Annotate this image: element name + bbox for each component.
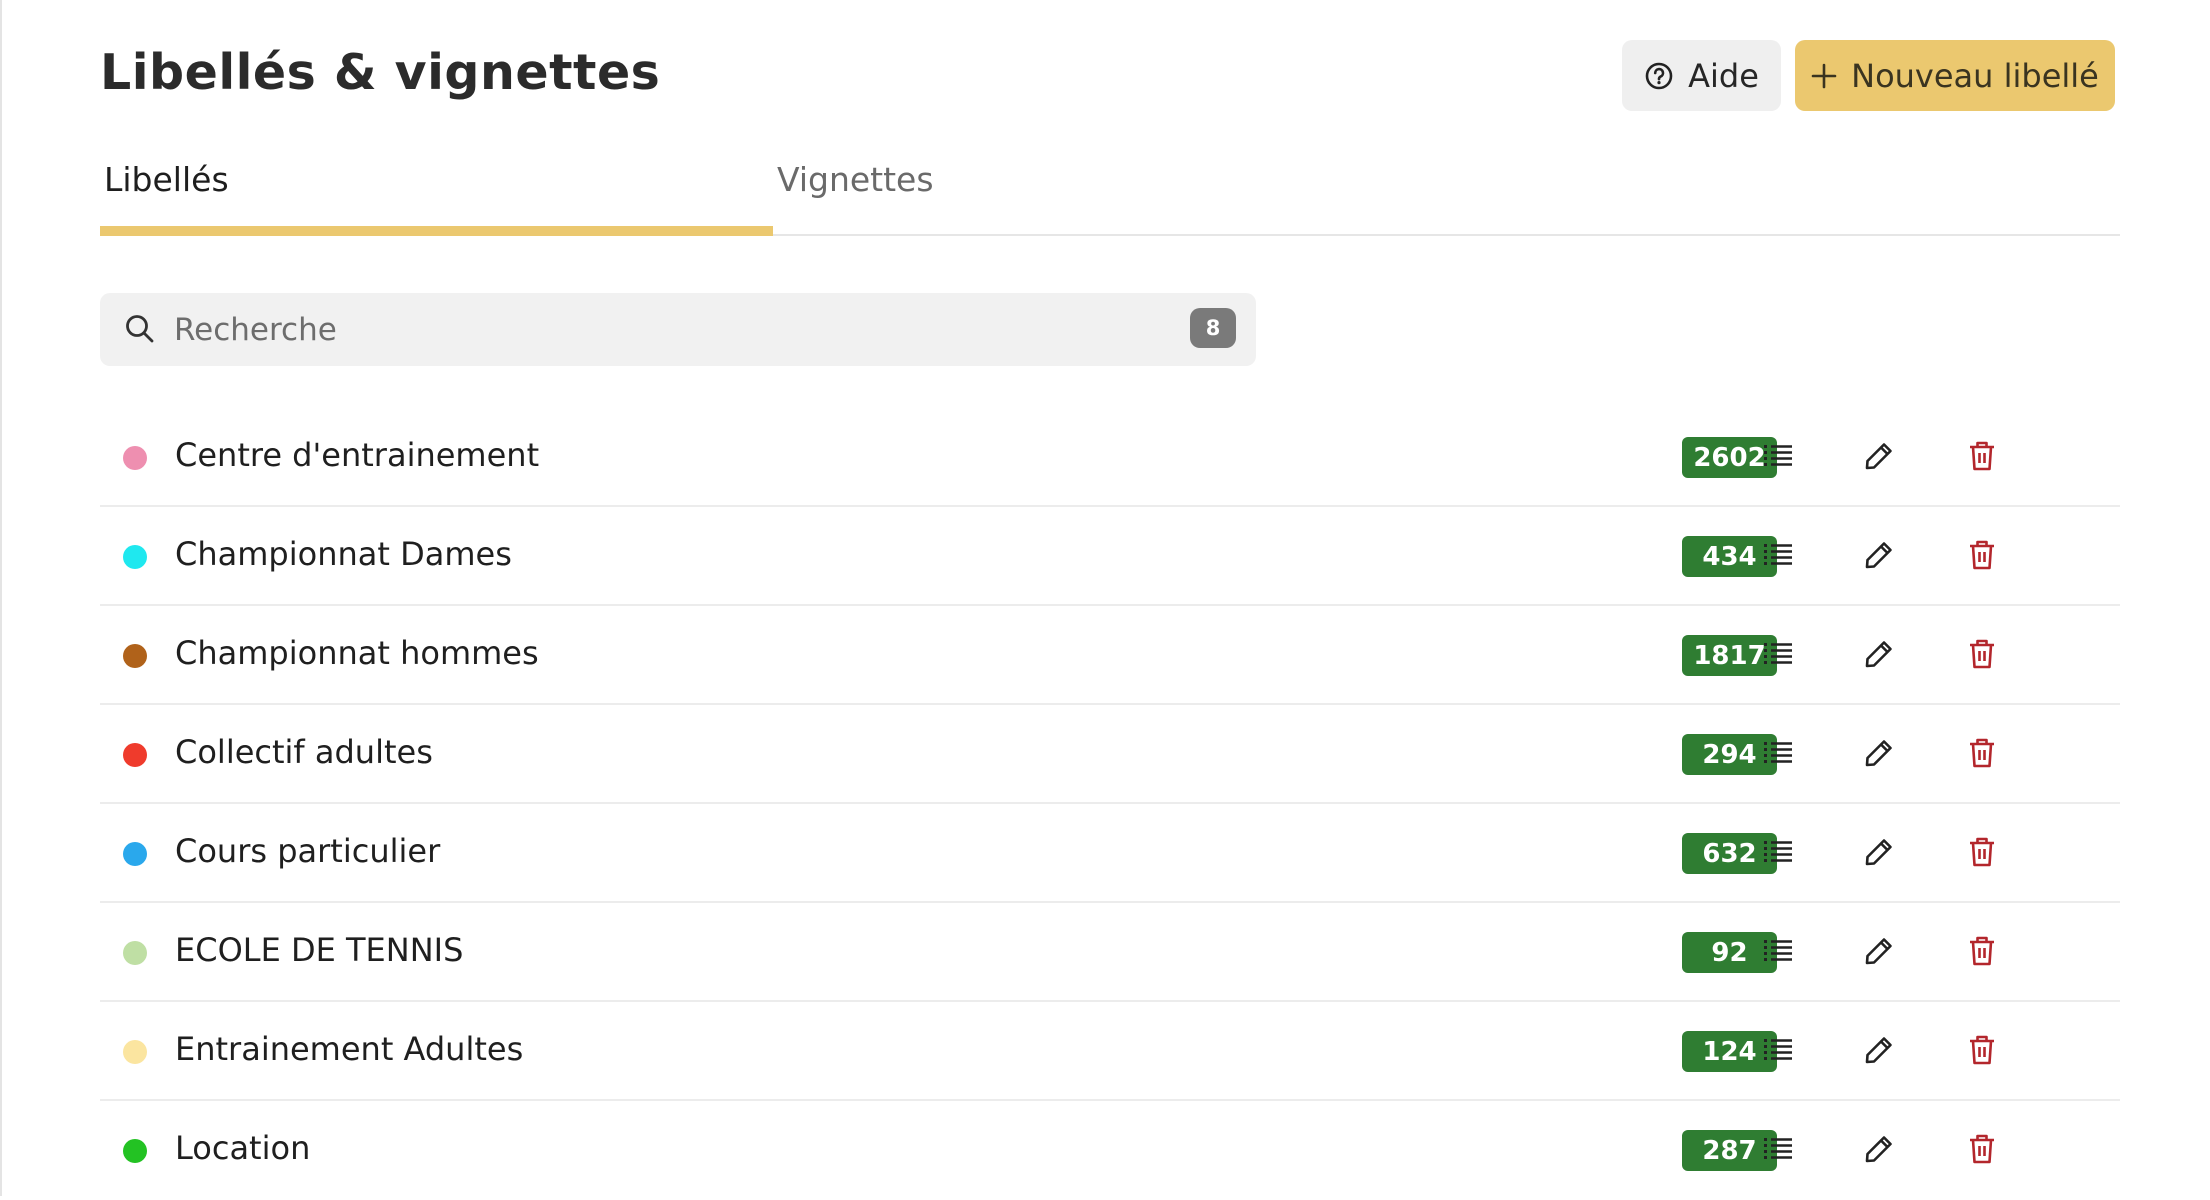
page-header: Libellés & vignettes Aide Nouveau libell… [100, 40, 2120, 112]
labels-page: Libellés & vignettes Aide Nouveau libell… [100, 0, 2120, 1196]
new-label-button[interactable]: Nouveau libellé [1795, 40, 2115, 111]
search-input[interactable] [174, 293, 1154, 366]
trash-icon[interactable] [1962, 733, 2002, 773]
list-icon[interactable] [1758, 1030, 1798, 1070]
list-icon[interactable] [1758, 436, 1798, 476]
label-name: Entrainement Adultes [175, 1030, 524, 1068]
pencil-icon[interactable] [1859, 634, 1899, 674]
label-color-dot [123, 545, 147, 569]
label-color-dot [123, 941, 147, 965]
list-icon[interactable] [1758, 832, 1798, 872]
label-color-dot [123, 1040, 147, 1064]
label-color-dot [123, 1139, 147, 1163]
label-color-dot [123, 446, 147, 470]
label-row: ECOLE DE TENNIS 92 [100, 903, 2120, 1002]
window-edge [0, 0, 2, 1196]
page-title: Libellés & vignettes [100, 44, 661, 101]
label-name: Centre d'entrainement [175, 436, 540, 474]
pencil-icon[interactable] [1859, 733, 1899, 773]
pencil-icon[interactable] [1859, 436, 1899, 476]
list-icon[interactable] [1758, 931, 1798, 971]
label-color-dot [123, 743, 147, 767]
help-button-label: Aide [1688, 56, 1759, 95]
tab-labels[interactable]: Libellés [100, 152, 773, 236]
search-bar: 8 [100, 293, 1256, 366]
search-icon [124, 313, 156, 349]
list-icon[interactable] [1758, 1129, 1798, 1169]
trash-icon[interactable] [1962, 931, 2002, 971]
label-row: Entrainement Adultes 124 [100, 1002, 2120, 1101]
trash-icon[interactable] [1962, 1129, 2002, 1169]
plus-icon [1811, 63, 1837, 89]
help-button[interactable]: Aide [1622, 40, 1781, 111]
list-icon[interactable] [1758, 634, 1798, 674]
trash-icon[interactable] [1962, 832, 2002, 872]
label-name: Cours particulier [175, 832, 441, 870]
pencil-icon[interactable] [1859, 832, 1899, 872]
label-name: Championnat Dames [175, 535, 512, 573]
label-row: Cours particulier 632 [100, 804, 2120, 903]
label-name: Location [175, 1129, 311, 1167]
label-name: Championnat hommes [175, 634, 539, 672]
list-icon[interactable] [1758, 733, 1798, 773]
label-row: Championnat hommes 1817 [100, 606, 2120, 705]
labels-list: Centre d'entrainement 2602 Championnat Dam… [100, 408, 2120, 1200]
label-name: Collectif adultes [175, 733, 433, 771]
label-row: Championnat Dames 434 [100, 507, 2120, 606]
trash-icon[interactable] [1962, 634, 2002, 674]
trash-icon[interactable] [1962, 1030, 2002, 1070]
label-color-dot [123, 644, 147, 668]
tab-thumbnails[interactable]: Vignettes [773, 152, 1173, 236]
label-color-dot [123, 842, 147, 866]
result-count-badge: 8 [1190, 308, 1236, 348]
label-row: Centre d'entrainement 2602 [100, 408, 2120, 507]
trash-icon[interactable] [1962, 535, 2002, 575]
tabs: Libellés Vignettes [100, 152, 2120, 236]
pencil-icon[interactable] [1859, 1129, 1899, 1169]
label-name: ECOLE DE TENNIS [175, 931, 464, 969]
label-row: Collectif adultes 294 [100, 705, 2120, 804]
label-row: Location 287 [100, 1101, 2120, 1200]
pencil-icon[interactable] [1859, 535, 1899, 575]
pencil-icon[interactable] [1859, 931, 1899, 971]
pencil-icon[interactable] [1859, 1030, 1899, 1070]
new-label-button-label: Nouveau libellé [1851, 56, 2099, 95]
trash-icon[interactable] [1962, 436, 2002, 476]
list-icon[interactable] [1758, 535, 1798, 575]
help-circle-icon [1644, 61, 1674, 91]
